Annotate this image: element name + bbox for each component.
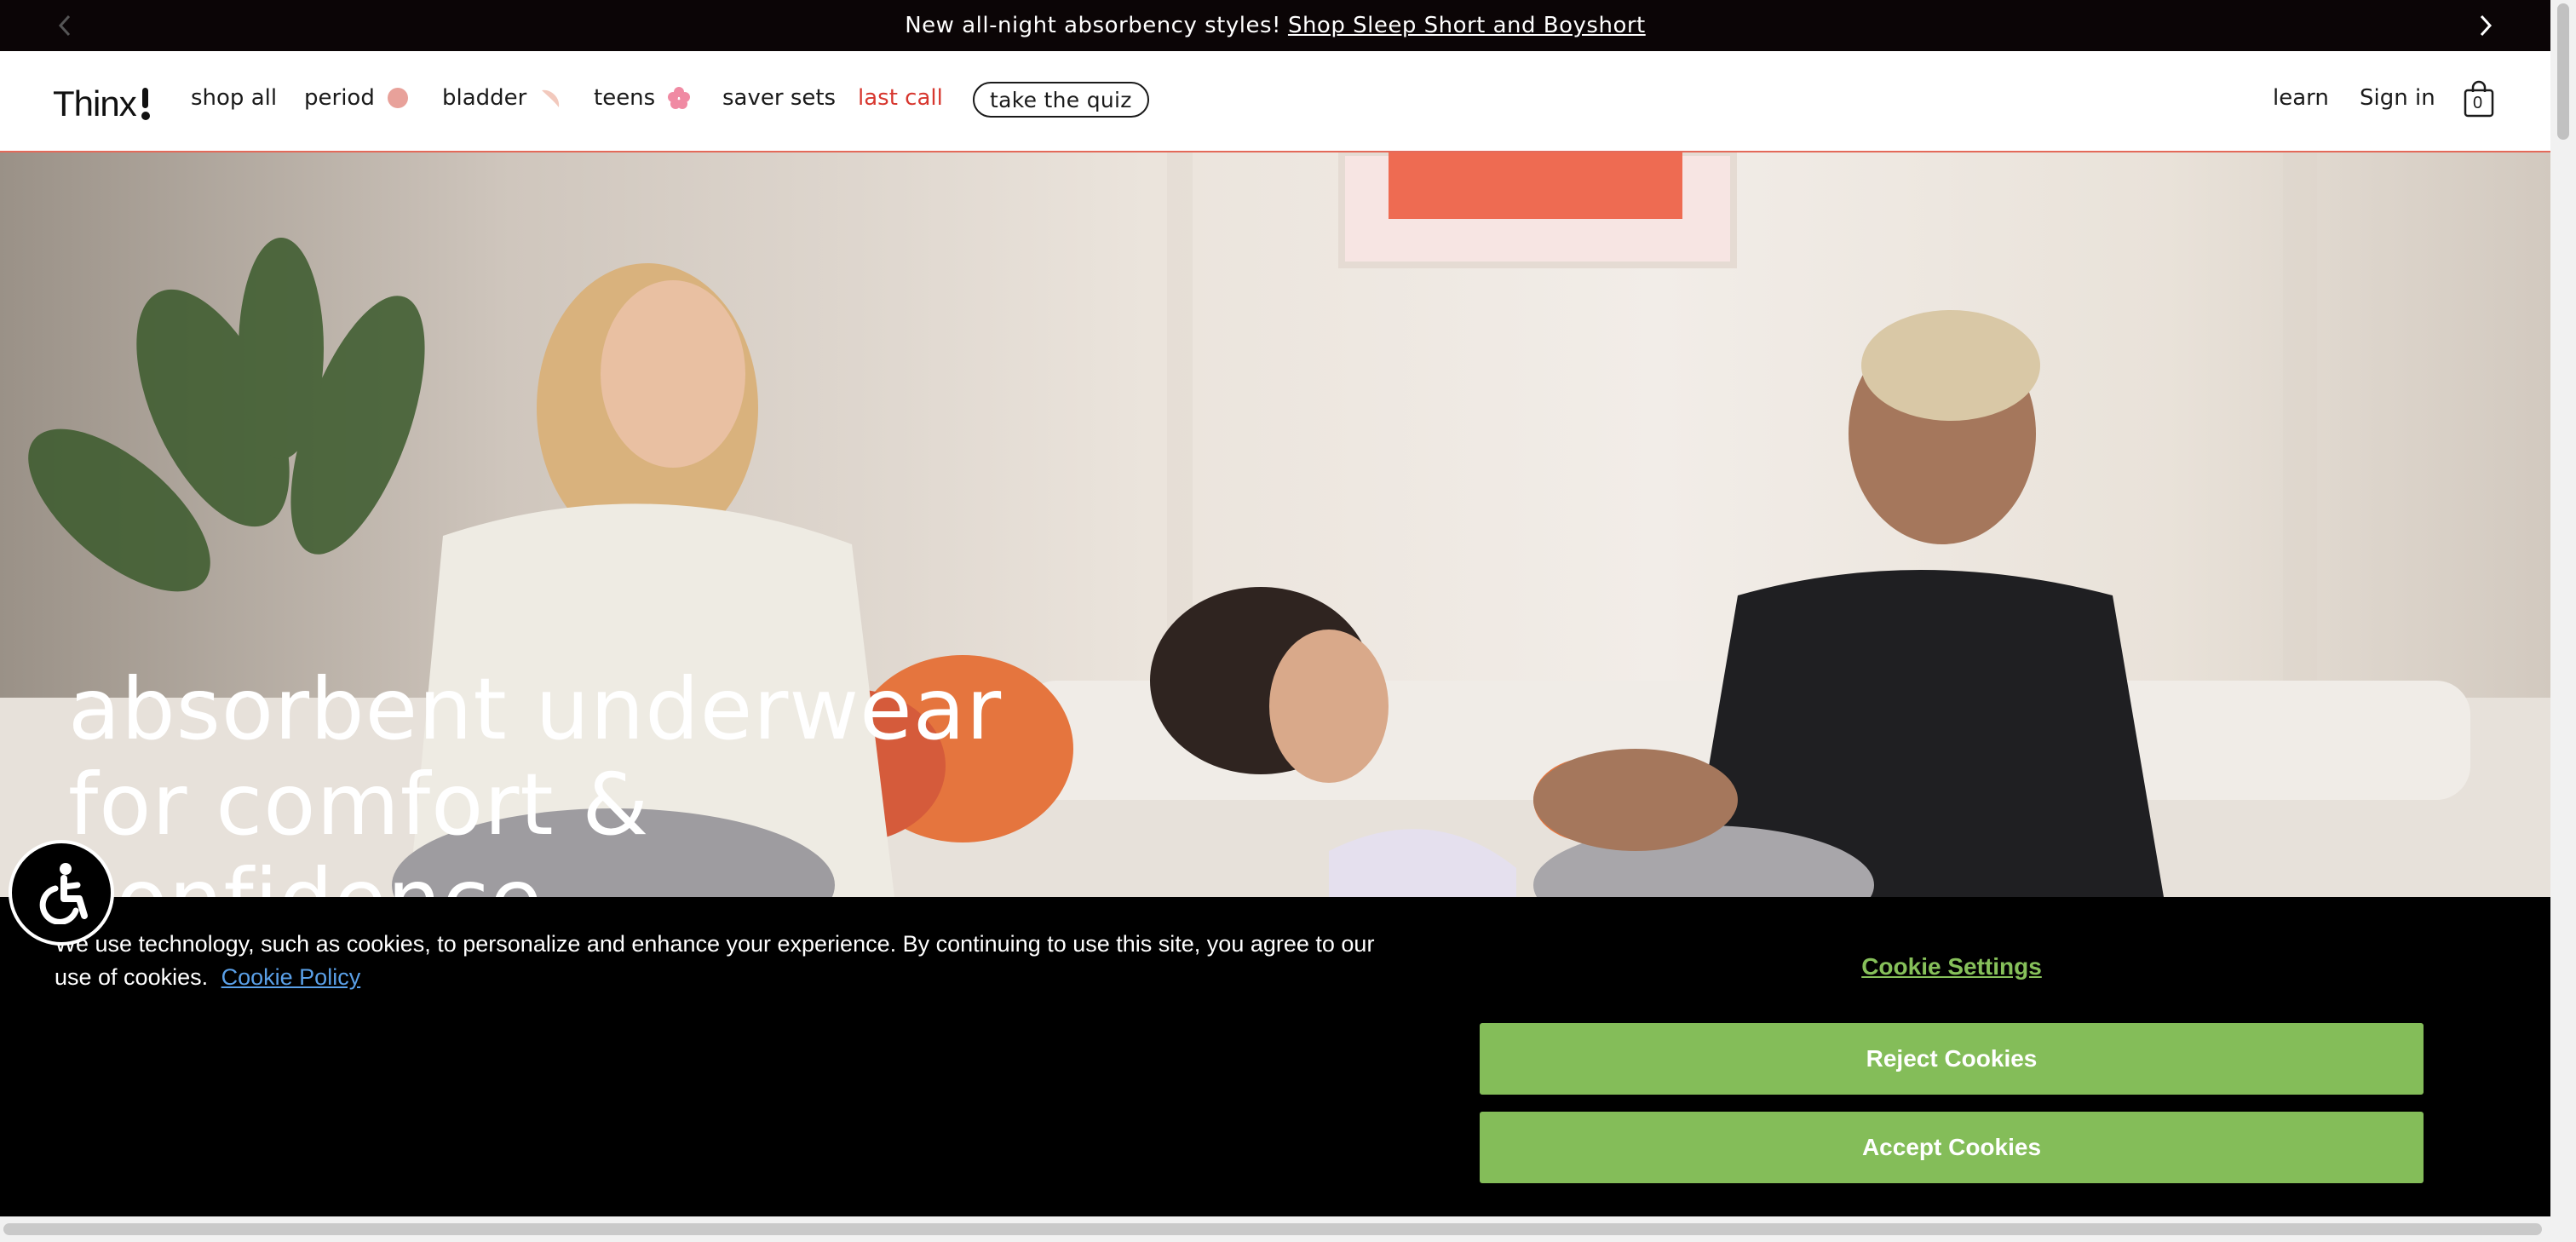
nav-teens-label: teens — [594, 85, 656, 111]
nav-shop-all-label: shop all — [191, 85, 278, 111]
cart-button[interactable]: 0 — [2462, 80, 2496, 119]
logo-text: Thinx — [53, 83, 137, 124]
flower-icon — [668, 87, 691, 109]
cookie-policy-link[interactable]: Cookie Policy — [221, 964, 361, 990]
next-announcement-button[interactable] — [2470, 10, 2501, 41]
chevron-right-icon — [2480, 14, 2493, 37]
nav-sign-in[interactable]: Sign in — [2360, 85, 2435, 111]
accessibility-button[interactable] — [9, 840, 114, 946]
hero-banner: absorbent underwear for comfort & confid… — [0, 152, 2550, 897]
horizontal-scrollbar[interactable] — [0, 1216, 2550, 1242]
vertical-scroll-thumb[interactable] — [2557, 3, 2569, 140]
nav-shop-all[interactable]: shop all — [191, 85, 277, 111]
circle-icon — [387, 88, 408, 108]
nav-bladder[interactable]: bladder — [442, 85, 562, 111]
take-the-quiz-button[interactable]: take the quiz — [973, 82, 1149, 118]
chevron-left-icon — [58, 14, 71, 37]
crescent-icon — [542, 89, 560, 107]
horizontal-scroll-thumb[interactable] — [3, 1223, 2542, 1235]
cookie-settings-link[interactable]: Cookie Settings — [1480, 953, 2424, 980]
accessibility-icon — [39, 863, 88, 924]
nav-bladder-label: bladder — [442, 85, 527, 111]
nav-last-call-label: last call — [858, 85, 943, 111]
nav-saver-sets[interactable]: saver sets — [722, 85, 836, 111]
logo-exclamation-icon — [140, 88, 150, 120]
thinx-logo[interactable]: Thinx — [53, 83, 150, 124]
nav-period-label: period — [304, 85, 375, 111]
cookie-banner: We use technology, such as cookies, to p… — [0, 897, 2550, 1216]
main-nav: Thinx shop all period bladder teens save… — [0, 51, 2550, 152]
announcement-text: New all-night absorbency styles! — [905, 13, 1281, 38]
cart-count: 0 — [2473, 94, 2483, 112]
reject-cookies-button[interactable]: Reject Cookies — [1480, 1023, 2424, 1095]
nav-learn[interactable]: learn — [2273, 85, 2329, 111]
nav-saver-sets-label: saver sets — [722, 85, 837, 111]
prev-announcement-button[interactable] — [49, 10, 80, 41]
cookie-message-block: We use technology, such as cookies, to p… — [55, 928, 1417, 994]
nav-last-call[interactable]: last call — [858, 85, 943, 111]
nav-teens[interactable]: teens — [594, 85, 691, 111]
nav-period[interactable]: period — [304, 85, 409, 111]
hero-headline: absorbent underwear for comfort & confid… — [68, 659, 1003, 898]
announcement-bar: New all-night absorbency styles! Shop Sl… — [0, 0, 2550, 51]
announcement-link[interactable]: Shop Sleep Short and Boyshort — [1288, 13, 1646, 38]
accept-cookies-button[interactable]: Accept Cookies — [1480, 1112, 2424, 1183]
vertical-scrollbar[interactable] — [2550, 0, 2576, 1242]
